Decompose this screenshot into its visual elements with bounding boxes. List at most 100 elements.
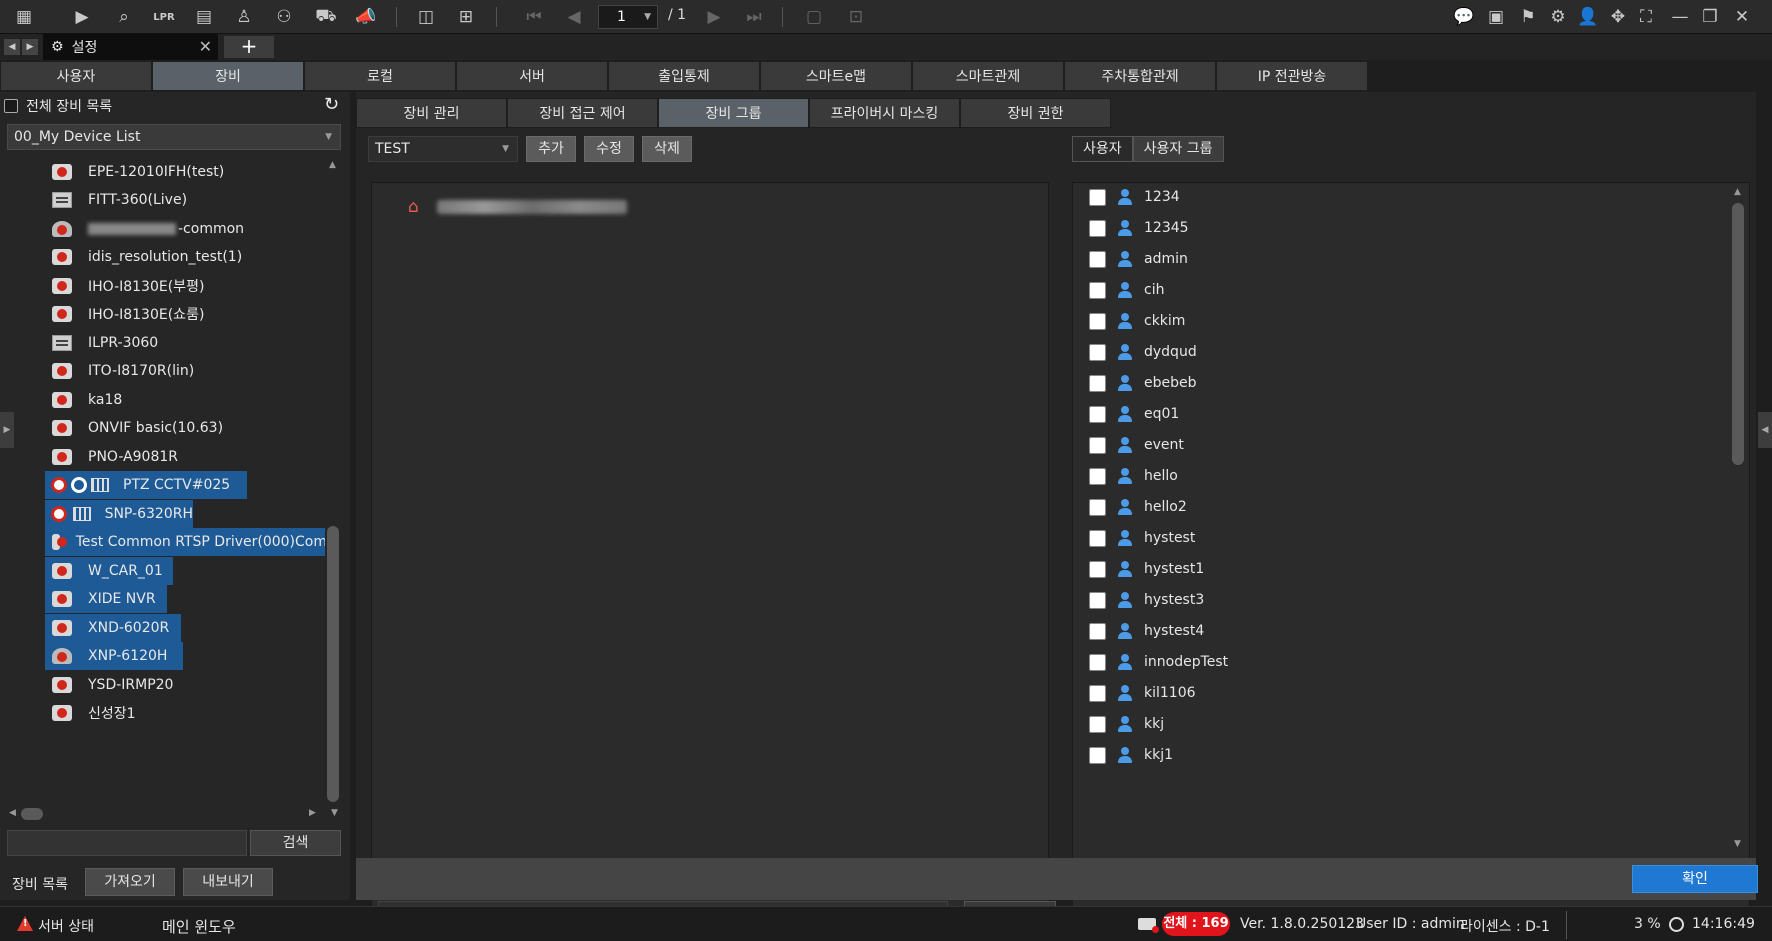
restore-icon[interactable]: ❐ (1698, 5, 1722, 29)
user-row[interactable]: kil1106 (1089, 679, 1196, 707)
next-page-icon[interactable]: ▶ (702, 5, 726, 29)
user-row[interactable]: eq01 (1089, 400, 1179, 428)
device-item[interactable]: ILPR-3060 (7, 329, 158, 357)
scroll-right-icon[interactable]: ▶ (309, 808, 316, 818)
chat-icon[interactable]: 💬 (1452, 5, 1476, 29)
device-list-select[interactable]: 00_My Device List ▼ (7, 124, 341, 150)
user-row[interactable]: hystest (1089, 524, 1195, 552)
first-page-icon[interactable]: ⏮ (522, 5, 546, 29)
tab-smart-emap[interactable]: 스마트e맵 (760, 61, 912, 91)
user-checkbox[interactable] (1089, 529, 1106, 547)
device-item[interactable]: idis_resolution_test(1) (7, 243, 242, 271)
left-panel-toggle-icon[interactable]: ▶ (0, 412, 14, 448)
refresh-icon[interactable]: ↻ (324, 94, 339, 115)
device-item[interactable]: EPE-12010IFH(test) (7, 158, 224, 186)
user-checkbox[interactable] (1089, 467, 1106, 485)
total-count-badge[interactable]: 전체 : 169 (1162, 912, 1230, 936)
main-window-label[interactable]: 메인 윈도우 (162, 916, 236, 937)
chevron-down-icon[interactable]: ▼ (644, 6, 651, 28)
user-checkbox[interactable] (1089, 436, 1106, 454)
user-row[interactable]: kkj (1089, 710, 1164, 738)
scroll-up-icon[interactable]: ▲ (1734, 187, 1741, 197)
scroll-thumb[interactable] (1732, 203, 1744, 465)
device-tree-hscrollbar[interactable]: ◀ ▶ (7, 806, 325, 822)
device-search-button[interactable]: 검색 (250, 830, 341, 856)
scroll-thumb[interactable] (21, 808, 43, 820)
user-row[interactable]: hystest4 (1089, 617, 1204, 645)
tab-parking[interactable]: 주차통합관제 (1064, 61, 1216, 91)
user-checkbox[interactable] (1089, 343, 1106, 361)
server-status[interactable]: 서버 상태 (38, 916, 94, 936)
device-item[interactable]: YSD-IRMP20 (7, 671, 173, 699)
alarm-icon[interactable]: ⚑ (1516, 5, 1540, 29)
panel-icon[interactable]: ▣ (1484, 5, 1508, 29)
all-devices-checkbox[interactable] (4, 99, 18, 113)
user-checkbox[interactable] (1089, 684, 1106, 702)
warning-icon[interactable] (17, 916, 33, 931)
user-row[interactable]: 1234 (1089, 183, 1180, 211)
device-icon[interactable]: ▤ (192, 5, 216, 29)
tab-devices[interactable]: 장비 (152, 61, 304, 91)
last-page-icon[interactable]: ⏭ (742, 5, 766, 29)
device-item[interactable]: ONVIF basic(10.63) (7, 414, 223, 442)
tab-user[interactable]: 사용자 (1072, 136, 1133, 162)
person-search-icon[interactable]: ♙ (232, 5, 256, 29)
device-item[interactable]: -common (7, 215, 244, 243)
all-devices-toggle[interactable]: 전체 장비 목록 (4, 96, 112, 116)
user-checkbox[interactable] (1089, 498, 1106, 516)
megaphone-icon[interactable]: 📣 (354, 5, 378, 29)
fullscreen-icon[interactable]: ⛶ (1634, 5, 1658, 29)
tab-settings[interactable]: ⚙ 설정 ✕ (43, 34, 218, 60)
user-checkbox[interactable] (1089, 622, 1106, 640)
record-icon[interactable]: ⊡ (844, 5, 868, 29)
device-item[interactable]: PNO-A9081R (7, 443, 178, 471)
settings-icon[interactable]: ⚙ (1546, 5, 1570, 29)
user-list-vscrollbar[interactable]: ▲ ▼ (1731, 187, 1745, 851)
scroll-down-icon[interactable]: ▼ (1734, 839, 1741, 849)
scroll-down-icon[interactable]: ▼ (331, 808, 338, 818)
device-item[interactable]: SNP-6320RH (45, 500, 193, 528)
user-row[interactable]: cih (1089, 276, 1164, 304)
tab-smart-control[interactable]: 스마트관제 (912, 61, 1064, 91)
scroll-left-icon[interactable]: ◀ (9, 808, 16, 818)
user-checkbox[interactable] (1089, 653, 1106, 671)
user-row[interactable]: dydqud (1089, 338, 1197, 366)
user-row[interactable]: hello2 (1089, 493, 1187, 521)
user-row[interactable]: hello (1089, 462, 1178, 490)
monitor-icon[interactable]: ▢ (802, 5, 826, 29)
tab-device-permission[interactable]: 장비 권한 (960, 98, 1111, 128)
user-row[interactable]: ebebeb (1089, 369, 1197, 397)
device-item[interactable]: XIDE NVR (45, 585, 167, 613)
device-item[interactable]: IHO-I8130E(쇼룸) (7, 300, 204, 328)
tab-user-group[interactable]: 사용자 그룹 (1132, 136, 1224, 162)
car-icon[interactable]: ⛟ (314, 5, 338, 29)
user-checkbox[interactable] (1089, 250, 1106, 268)
user-row[interactable]: admin (1089, 245, 1188, 273)
minimize-icon[interactable]: — (1668, 5, 1692, 29)
device-item[interactable]: FITT-360(Live) (7, 186, 187, 214)
tab-device-access-control[interactable]: 장비 접근 제어 (507, 98, 658, 128)
user-row[interactable]: event (1089, 431, 1184, 459)
grid-icon[interactable]: ▦ (12, 5, 36, 29)
export-button[interactable]: 내보내기 (183, 868, 273, 896)
device-search-input[interactable] (7, 830, 247, 856)
tab-server[interactable]: 서버 (456, 61, 608, 91)
add-window-icon[interactable]: ⊞ (454, 5, 478, 29)
group-select[interactable]: TEST ▼ (368, 136, 518, 162)
user-row[interactable]: kkj1 (1089, 741, 1173, 769)
device-item[interactable]: PTZ CCTV#025 (45, 471, 247, 499)
add-group-button[interactable]: 추가 (526, 136, 576, 162)
user-checkbox[interactable] (1089, 312, 1106, 330)
user-row[interactable]: hystest1 (1089, 555, 1204, 583)
split-icon[interactable]: ◫ (414, 5, 438, 29)
user-icon[interactable]: 👤 (1576, 5, 1600, 29)
user-checkbox[interactable] (1089, 715, 1106, 733)
user-checkbox[interactable] (1089, 219, 1106, 237)
user-row[interactable]: hystest3 (1089, 586, 1204, 614)
user-checkbox[interactable] (1089, 591, 1106, 609)
add-tab-button[interactable]: + (224, 36, 274, 58)
move-icon[interactable]: ✥ (1606, 5, 1630, 29)
device-item[interactable]: Test Common RTSP Driver(000)Com (45, 528, 325, 556)
close-tab-icon[interactable]: ✕ (199, 37, 212, 56)
tab-ip-broadcast[interactable]: IP 전관방송 (1216, 61, 1368, 91)
